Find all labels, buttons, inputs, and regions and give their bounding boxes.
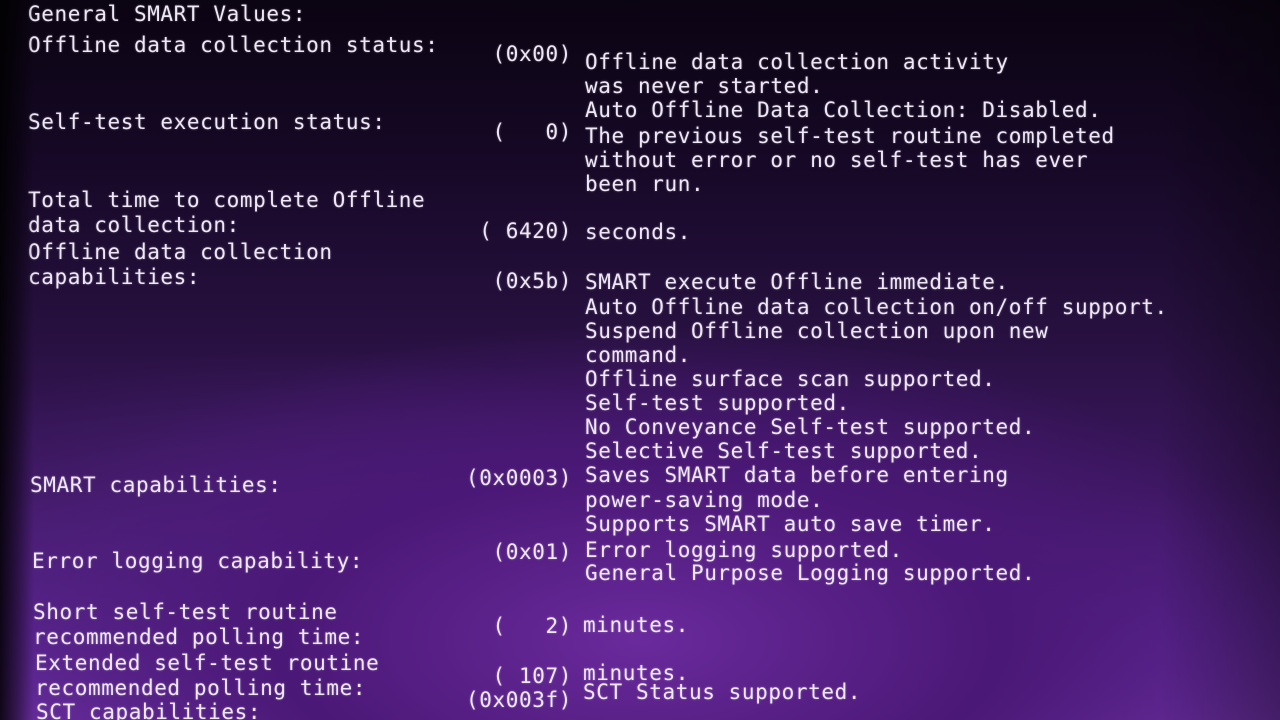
smart-caps-desc-line: Supports SMART auto save timer. <box>585 512 996 536</box>
offline-status-desc-line: was never started. <box>585 74 824 98</box>
short-selftest-label-line: recommended polling time: <box>33 625 365 649</box>
offline-caps-desc-line: Suspend Offline collection upon new <box>585 319 1049 343</box>
smart-caps-desc-line: Saves SMART data before entering <box>585 463 1009 487</box>
offline-status-label: Offline data collection status: <box>28 33 439 57</box>
offline-caps-desc-line: Offline surface scan supported. <box>585 367 996 391</box>
total-time-desc: seconds. <box>585 220 691 244</box>
offline-caps-desc-line: command. <box>585 343 691 367</box>
error-logging-label: Error logging capability: <box>32 549 364 573</box>
self-test-status-desc-line: The previous self-test routine completed <box>585 124 1115 148</box>
self-test-status-code: ( 0) <box>492 120 572 144</box>
error-logging-code: (0x01) <box>492 540 572 564</box>
offline-caps-desc-line: SMART execute Offline immediate. <box>585 270 1009 294</box>
self-test-status-label: Self-test execution status: <box>28 110 386 134</box>
offline-status-desc-line: Auto Offline Data Collection: Disabled. <box>585 98 1102 122</box>
terminal-screen: General SMART Values: Offline data colle… <box>0 0 1280 720</box>
section-title: General SMART Values: <box>28 2 307 26</box>
short-selftest-label-line: Short self-test routine <box>33 600 338 624</box>
total-time-code: ( 6420) <box>479 219 572 243</box>
total-time-label-line: Total time to complete Offline <box>28 188 426 212</box>
self-test-status-desc-line: without error or no self-test has ever <box>585 148 1089 172</box>
offline-caps-label-line: capabilities: <box>28 265 201 289</box>
offline-caps-desc-line: Self-test supported. <box>585 391 850 415</box>
smart-caps-desc-line: power-saving mode. <box>585 488 824 512</box>
short-selftest-code: ( 2) <box>492 614 572 638</box>
error-logging-desc-line: Error logging supported. <box>585 538 903 562</box>
total-time-label-line: data collection: <box>28 213 240 237</box>
self-test-status-desc-line: been run. <box>585 172 705 196</box>
offline-caps-desc-line: No Conveyance Self-test supported. <box>585 415 1036 439</box>
smart-caps-label: SMART capabilities: <box>30 473 282 497</box>
offline-status-code: (0x00) <box>492 42 572 66</box>
error-logging-desc-line: General Purpose Logging supported. <box>585 561 1036 585</box>
sct-caps-label: SCT capabilities: <box>36 700 262 720</box>
extended-selftest-label-line: recommended polling time: <box>35 676 367 700</box>
offline-status-desc-line: Offline data collection activity <box>585 50 1009 74</box>
sct-caps-code: (0x003f) <box>466 688 572 712</box>
offline-caps-label-line: Offline data collection <box>28 240 333 264</box>
offline-caps-code: (0x5b) <box>492 269 572 293</box>
short-selftest-desc: minutes. <box>583 613 689 637</box>
extended-selftest-code: ( 107) <box>492 664 572 688</box>
smart-caps-code: (0x0003) <box>466 466 572 490</box>
sct-caps-desc: SCT Status supported. <box>583 680 862 704</box>
offline-caps-desc-line: Selective Self-test supported. <box>585 439 983 463</box>
extended-selftest-label-line: Extended self-test routine <box>35 651 380 675</box>
offline-caps-desc-line: Auto Offline data collection on/off supp… <box>585 295 1168 319</box>
